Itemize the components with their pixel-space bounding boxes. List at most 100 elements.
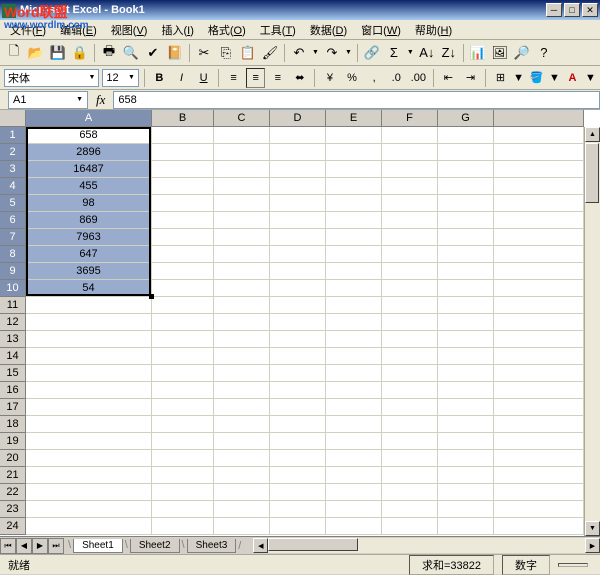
cell-F3[interactable] [382, 161, 438, 178]
cell-E2[interactable] [326, 144, 382, 161]
menu-1[interactable]: 编辑(E) [54, 20, 103, 40]
cell-D8[interactable] [270, 246, 326, 263]
cell-G9[interactable] [438, 263, 494, 280]
cell-E4[interactable] [326, 178, 382, 195]
sheet-tab-Sheet2[interactable]: Sheet2 [130, 539, 180, 553]
cell-B16[interactable] [152, 382, 214, 399]
cell-E12[interactable] [326, 314, 382, 331]
cell-C3[interactable] [214, 161, 270, 178]
cell-E8[interactable] [326, 246, 382, 263]
col-header-A[interactable]: A [26, 110, 152, 127]
cell-C2[interactable] [214, 144, 270, 161]
cell-C18[interactable] [214, 416, 270, 433]
cell-E15[interactable] [326, 365, 382, 382]
cell-E14[interactable] [326, 348, 382, 365]
cell-A15[interactable] [26, 365, 152, 382]
cell-A1[interactable]: 658 [26, 127, 152, 144]
cell-A7[interactable]: 7963 [26, 229, 152, 246]
cell-E1[interactable] [326, 127, 382, 144]
cell-E23[interactable] [326, 501, 382, 518]
cell-G24[interactable] [438, 518, 494, 535]
row-header-17[interactable]: 17 [0, 399, 26, 416]
scroll-up-icon[interactable]: ▲ [585, 127, 600, 142]
font-size-select[interactable]: 12▼ [102, 69, 139, 87]
row-header-22[interactable]: 22 [0, 484, 26, 501]
row-header-23[interactable]: 23 [0, 501, 26, 518]
preview-icon[interactable]: 🔍 [121, 43, 141, 63]
row-header-11[interactable]: 11 [0, 297, 26, 314]
cell-F8[interactable] [382, 246, 438, 263]
cell-F18[interactable] [382, 416, 438, 433]
cell-B15[interactable] [152, 365, 214, 382]
cell-A4[interactable]: 455 [26, 178, 152, 195]
cut-icon[interactable]: ✂ [194, 43, 214, 63]
cell-F2[interactable] [382, 144, 438, 161]
cell-A20[interactable] [26, 450, 152, 467]
cell-G16[interactable] [438, 382, 494, 399]
cell-B8[interactable] [152, 246, 214, 263]
vertical-scrollbar[interactable]: ▲ ▼ [584, 127, 600, 536]
cell-G20[interactable] [438, 450, 494, 467]
cell-F24[interactable] [382, 518, 438, 535]
cell-C23[interactable] [214, 501, 270, 518]
fx-icon[interactable]: fx [88, 92, 113, 108]
cell-F15[interactable] [382, 365, 438, 382]
align-left-icon[interactable]: ≡ [224, 68, 243, 88]
cell-D15[interactable] [270, 365, 326, 382]
row-header-16[interactable]: 16 [0, 382, 26, 399]
cell-D7[interactable] [270, 229, 326, 246]
cell-C13[interactable] [214, 331, 270, 348]
cell-A21[interactable] [26, 467, 152, 484]
cell-B23[interactable] [152, 501, 214, 518]
cell-B13[interactable] [152, 331, 214, 348]
currency-icon[interactable]: ¥ [320, 68, 339, 88]
cell-D12[interactable] [270, 314, 326, 331]
cell-A22[interactable] [26, 484, 152, 501]
scroll-thumb[interactable] [585, 143, 599, 203]
cell-G13[interactable] [438, 331, 494, 348]
cell-E11[interactable] [326, 297, 382, 314]
cell-B21[interactable] [152, 467, 214, 484]
cell-C11[interactable] [214, 297, 270, 314]
cell-A11[interactable] [26, 297, 152, 314]
row-header-2[interactable]: 2 [0, 144, 26, 161]
sheet-tab-Sheet1[interactable]: Sheet1 [73, 539, 123, 553]
cell-A10[interactable]: 54 [26, 280, 152, 297]
row-header-9[interactable]: 9 [0, 263, 26, 280]
cell-C1[interactable] [214, 127, 270, 144]
align-center-icon[interactable]: ≡ [246, 68, 265, 88]
row-header-18[interactable]: 18 [0, 416, 26, 433]
cell-D9[interactable] [270, 263, 326, 280]
cell-C22[interactable] [214, 484, 270, 501]
cell-E7[interactable] [326, 229, 382, 246]
redo-icon[interactable]: ↷ [322, 43, 342, 63]
cell-G3[interactable] [438, 161, 494, 178]
cell-A13[interactable] [26, 331, 152, 348]
cell-A9[interactable]: 3695 [26, 263, 152, 280]
cell-G2[interactable] [438, 144, 494, 161]
cell-D22[interactable] [270, 484, 326, 501]
cell-G11[interactable] [438, 297, 494, 314]
cell-B12[interactable] [152, 314, 214, 331]
cell-C9[interactable] [214, 263, 270, 280]
inc-decimal-icon[interactable]: .0 [387, 68, 406, 88]
undo-dropdown[interactable]: ▼ [311, 49, 320, 56]
cell-B14[interactable] [152, 348, 214, 365]
menu-6[interactable]: 数据(D) [304, 20, 353, 40]
cell-F13[interactable] [382, 331, 438, 348]
hyperlink-icon[interactable]: 🔗 [362, 43, 382, 63]
copy-icon[interactable]: ⎘ [216, 43, 236, 63]
cell-D24[interactable] [270, 518, 326, 535]
dec-indent-icon[interactable]: ⇤ [439, 68, 458, 88]
maximize-button[interactable]: □ [564, 3, 580, 17]
menu-3[interactable]: 插入(I) [155, 20, 199, 40]
cell-C12[interactable] [214, 314, 270, 331]
cell-E24[interactable] [326, 518, 382, 535]
print-icon[interactable]: 🖶 [99, 43, 119, 63]
hscroll-thumb[interactable] [268, 538, 358, 551]
cell-D10[interactable] [270, 280, 326, 297]
chart-icon[interactable]: 📊 [468, 43, 488, 63]
col-header-D[interactable]: D [270, 110, 326, 127]
row-header-3[interactable]: 3 [0, 161, 26, 178]
cell-F17[interactable] [382, 399, 438, 416]
